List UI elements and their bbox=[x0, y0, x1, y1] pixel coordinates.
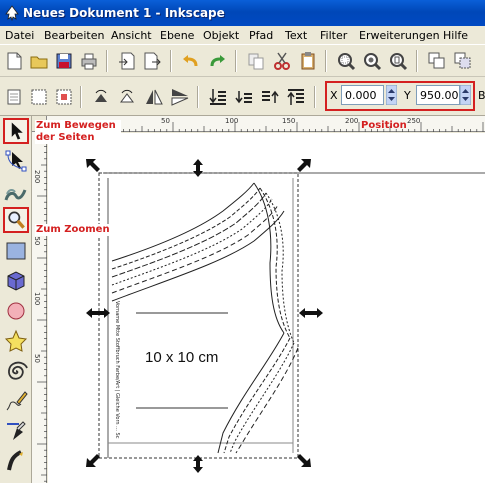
menu-pfad[interactable]: Pfad bbox=[249, 29, 273, 42]
ruler-label: 250 bbox=[407, 117, 421, 125]
pattern-curves bbox=[111, 182, 299, 454]
raise-to-top-icon[interactable] bbox=[285, 86, 307, 108]
shape-size-text: 10 x 10 cm bbox=[145, 349, 219, 366]
calligraphy-tool-icon[interactable] bbox=[3, 448, 29, 474]
toolbox bbox=[0, 116, 32, 483]
selector-tool-icon[interactable] bbox=[3, 118, 29, 144]
vertical-ruler[interactable]: 200 150 100 50 bbox=[32, 132, 47, 483]
menu-bearbeiten[interactable]: Bearbeiten bbox=[44, 29, 104, 42]
import-icon[interactable] bbox=[116, 50, 138, 72]
clone-icon[interactable] bbox=[452, 50, 474, 72]
y-spinner-arrows-icon[interactable] bbox=[460, 85, 471, 105]
ruler-label: 150 bbox=[282, 117, 296, 125]
copy-icon[interactable] bbox=[245, 50, 267, 72]
3d-box-tool-icon[interactable] bbox=[3, 268, 29, 294]
selection-handles bbox=[86, 159, 323, 473]
invert-selection-icon[interactable] bbox=[53, 86, 75, 108]
vertical-ruler-ticks bbox=[37, 133, 47, 482]
toolbar-separator bbox=[416, 50, 418, 72]
save-icon[interactable] bbox=[53, 50, 75, 72]
rectangle-tool-icon[interactable] bbox=[3, 238, 29, 264]
export-icon[interactable] bbox=[141, 50, 163, 72]
menu-text[interactable]: Text bbox=[285, 29, 307, 42]
raise-icon[interactable] bbox=[259, 86, 281, 108]
menu-bar: Datei Bearbeiten Ansicht Ebene Objekt Pf… bbox=[0, 26, 485, 45]
position-annotation: Position bbox=[361, 120, 407, 131]
lower-to-bottom-icon[interactable] bbox=[207, 86, 229, 108]
toolbar-separator bbox=[106, 50, 108, 72]
ruler-label: 200 bbox=[345, 117, 359, 125]
pencil-tool-icon[interactable] bbox=[3, 388, 29, 414]
drawing-canvas[interactable]: 10 x 10 cm Vorname Mtte Stoffbruch Farbe… bbox=[48, 133, 485, 483]
x-spinner-arrows-icon[interactable] bbox=[386, 85, 397, 105]
undo-icon[interactable] bbox=[180, 50, 202, 72]
y-coordinate-input[interactable]: 950.000 bbox=[416, 85, 460, 105]
lower-icon[interactable] bbox=[233, 86, 255, 108]
rotate-cw-icon[interactable] bbox=[116, 86, 138, 108]
ruler-label: 100 bbox=[33, 292, 41, 306]
toolbar-separator bbox=[325, 50, 327, 72]
flip-vertical-icon[interactable] bbox=[169, 86, 191, 108]
zoom-tool-icon[interactable] bbox=[3, 207, 29, 233]
toolbar-separator bbox=[80, 86, 82, 108]
duplicate-icon[interactable] bbox=[426, 50, 448, 72]
window-title: Neues Dokument 1 - Inkscape bbox=[23, 6, 225, 20]
toolbar-separator bbox=[235, 50, 237, 72]
ruler-label: 50 bbox=[33, 354, 41, 363]
menu-objekt[interactable]: Objekt bbox=[203, 29, 239, 42]
menu-ansicht[interactable]: Ansicht bbox=[111, 29, 152, 42]
title-bar: Neues Dokument 1 - Inkscape bbox=[0, 0, 485, 26]
inkscape-logo-icon bbox=[5, 5, 19, 21]
zoom-selection-icon[interactable] bbox=[335, 50, 357, 72]
flip-horizontal-icon[interactable] bbox=[143, 86, 165, 108]
spiral-tool-icon[interactable] bbox=[3, 358, 29, 384]
ruler-label: 100 bbox=[225, 117, 239, 125]
width-label: B bbox=[478, 89, 485, 102]
star-tool-icon[interactable] bbox=[3, 328, 29, 354]
toolbar-separator bbox=[170, 50, 172, 72]
menu-filter[interactable]: Filter bbox=[320, 29, 347, 42]
toolbar-separator bbox=[197, 86, 199, 108]
menu-datei[interactable]: Datei bbox=[5, 29, 34, 42]
menu-hilfe[interactable]: Hilfe bbox=[443, 29, 468, 42]
paste-icon[interactable] bbox=[297, 50, 319, 72]
pen-tool-icon[interactable] bbox=[3, 418, 29, 444]
move-annotation: Zum Bewegen der Seiten bbox=[35, 120, 121, 144]
select-all-icon[interactable] bbox=[3, 86, 25, 108]
menu-ebene[interactable]: Ebene bbox=[160, 29, 194, 42]
zoom-drawing-icon[interactable] bbox=[361, 50, 383, 72]
menu-erweiterungen[interactable]: Erweiterungen bbox=[359, 29, 440, 42]
toolbar-separator bbox=[314, 86, 316, 108]
zoom-page-icon[interactable] bbox=[387, 50, 409, 72]
print-icon[interactable] bbox=[78, 50, 100, 72]
zoom-annotation: Zum Zoomen bbox=[35, 224, 111, 236]
open-folder-icon[interactable] bbox=[28, 50, 50, 72]
rotate-ccw-icon[interactable] bbox=[90, 86, 112, 108]
redo-icon[interactable] bbox=[206, 50, 228, 72]
y-label: Y bbox=[404, 89, 411, 102]
cut-icon[interactable] bbox=[271, 50, 293, 72]
vertical-pattern-note: Vorname Mtte Stoffbruch Farbe/Art | Glei… bbox=[114, 301, 120, 439]
new-document-icon[interactable] bbox=[3, 50, 25, 72]
ruler-label: 200 bbox=[33, 170, 41, 184]
node-tool-icon[interactable] bbox=[3, 148, 29, 174]
ruler-label: 50 bbox=[161, 117, 170, 125]
commands-toolbar bbox=[0, 45, 485, 77]
ellipse-tool-icon[interactable] bbox=[3, 298, 29, 324]
x-label: X bbox=[330, 89, 338, 102]
select-all-layers-icon[interactable] bbox=[28, 86, 50, 108]
tweak-tool-icon[interactable] bbox=[3, 178, 29, 204]
x-coordinate-input[interactable]: 0.000 bbox=[341, 85, 384, 105]
